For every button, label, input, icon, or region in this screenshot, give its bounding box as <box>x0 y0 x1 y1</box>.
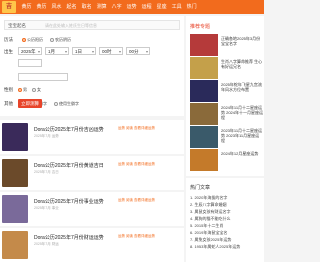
radio-dot <box>22 38 26 42</box>
recommend-thumbnail[interactable] <box>190 103 218 125</box>
radio-label: 使用生僻字 <box>59 101 79 106</box>
site-logo[interactable]: 吉 <box>2 1 16 13</box>
extra-label: 其他 <box>4 101 13 106</box>
hot-articles-panel: 热门文章 1. 2020年海拔的名字 2. 生辰八字算命婚姻 3. 属鼠女孩有财… <box>186 178 264 262</box>
article-thumbnail[interactable] <box>2 195 28 223</box>
search-bar[interactable]: 宝宝起名 请在此处输入姓氏生日等信息 <box>4 20 180 30</box>
calendar-label: 历法 <box>4 37 13 42</box>
nav-item[interactable]: 黄历 <box>35 0 48 14</box>
gender-female-radio[interactable]: 女 <box>32 87 41 93</box>
nav-item[interactable]: 星座 <box>155 0 168 14</box>
hot-item[interactable]: 6. 2019年海鼠宝宝名 <box>190 230 240 237</box>
naming-form-panel: 宝宝起名 请在此处输入姓氏生日等信息 历法 公历阳历 农历阴历 出生 2025年… <box>0 16 184 116</box>
hot-heading: 热门文章 <box>190 185 211 191</box>
recommend-item[interactable]: 正确各地2025年3月份宝宝名字 <box>190 34 262 58</box>
recommend-item[interactable]: 2025年蛇年飞星九宫流年风水方位布置 <box>190 80 262 104</box>
list-item[interactable]: Dora公历2025年7月份吉凶运势 2025年7月 运势 运势 阅读 查看详细… <box>0 120 184 154</box>
name-input[interactable] <box>18 73 68 81</box>
calendar-lunar-radio[interactable]: 农历阴历 <box>50 37 71 43</box>
hot-list: 1. 2020年海拔的名字 2. 生辰八字算命婚姻 3. 属鼠女孩有财运名字 4… <box>190 195 240 251</box>
recommend-thumbnail[interactable] <box>190 126 218 148</box>
main-nav: 黄历 黄历 风水 起名 取名 测算 八字 运势 运程 星座 工具 热门 <box>20 0 198 14</box>
search-placeholder: 请在此处输入姓氏生日等信息 <box>45 23 97 28</box>
radio-label: 农历阴历 <box>55 37 71 42</box>
recommend-item[interactable]: 生肖八字算命推荐 生心有好运兄名 <box>190 57 262 81</box>
year-select[interactable]: 2025年 <box>18 47 42 55</box>
recommend-thumbnail[interactable] <box>190 149 218 171</box>
hot-item[interactable]: 4. 属狗的猫不能吃什么 <box>190 216 240 223</box>
radio-dot <box>18 88 22 92</box>
article-links[interactable]: 运势 阅读 查看详细运势 <box>118 198 155 203</box>
article-meta: 2025年7月 吉日 <box>34 170 59 174</box>
gender-label: 性别 <box>4 87 13 92</box>
nav-item[interactable]: 取名 <box>80 0 93 14</box>
surname-input[interactable] <box>18 59 42 67</box>
recommend-text[interactable]: 正确各地2025年3月份宝宝名字 <box>221 36 263 46</box>
nav-item[interactable]: 测算 <box>95 0 108 14</box>
article-links[interactable]: 运势 阅读 查看详细运势 <box>118 234 155 239</box>
recommend-item[interactable]: 2024年12月星座运势 <box>190 149 262 173</box>
nav-item[interactable]: 黄历 <box>20 0 33 14</box>
nav-item[interactable]: 工具 <box>170 0 183 14</box>
list-item[interactable]: Dora公历2025年7月份黄道吉日 2025年7月 吉日 运势 阅读 查看详细… <box>0 156 184 190</box>
calendar-solar-radio[interactable]: 公历阳历 <box>22 37 43 43</box>
article-thumbnail[interactable] <box>2 123 28 151</box>
hot-item[interactable]: 7. 属兔女孩2025年运势 <box>190 237 240 244</box>
recommend-thumbnail[interactable] <box>190 57 218 79</box>
rare-char-on-radio[interactable]: 使用生僻字 <box>54 101 79 107</box>
article-links[interactable]: 运势 阅读 查看详细运势 <box>118 162 155 167</box>
article-list: Dora公历2025年7月份吉凶运势 2025年7月 运势 运势 阅读 查看详细… <box>0 118 184 262</box>
hot-item[interactable]: 5. 2015年十二生肖 <box>190 223 240 230</box>
hot-item[interactable]: 3. 属鼠女孩有财运名字 <box>190 209 240 216</box>
article-title[interactable]: Dora公历2025年7月份黄道吉日 <box>34 162 104 169</box>
article-title[interactable]: Dora公历2025年7月份事业运势 <box>34 198 104 205</box>
nav-item[interactable]: 风水 <box>50 0 63 14</box>
recommend-text[interactable]: 2024年11月十二星座运势 2024年十一月星座运程 <box>221 105 263 120</box>
nav-item[interactable]: 运势 <box>125 0 138 14</box>
nav-item[interactable]: 八字 <box>110 0 123 14</box>
article-title[interactable]: Dora公历2025年7月份财运运势 <box>34 234 104 241</box>
article-thumbnail[interactable] <box>2 159 28 187</box>
list-item[interactable]: Dora公历2025年7月份事业运势 2025年7月 事业 运势 阅读 查看详细… <box>0 192 184 226</box>
article-title[interactable]: Dora公历2025年7月份吉凶运势 <box>34 126 104 133</box>
list-item[interactable]: Dora公历2025年7月份财运运势 2025年7月 财运 运势 阅读 查看详细… <box>0 228 184 262</box>
recommend-thumbnail[interactable] <box>190 80 218 102</box>
nav-item[interactable]: 热门 <box>185 0 198 14</box>
recommend-panel: 推荐专题 正确各地2025年3月份宝宝名字 生肖八字算命推荐 生心有好运兄名 2… <box>186 16 264 176</box>
nav-item[interactable]: 起名 <box>65 0 78 14</box>
recommend-thumbnail[interactable] <box>190 34 218 56</box>
recommend-text[interactable]: 2025年蛇年飞星九宫流年风水方位布置 <box>221 82 263 92</box>
day-select[interactable]: 1日 <box>72 47 96 55</box>
article-meta: 2025年7月 财运 <box>34 242 59 246</box>
birth-label: 出生 <box>4 49 13 54</box>
radio-label: 女 <box>37 87 41 92</box>
hot-item[interactable]: 8. 1953年属蛇人2025年运势 <box>190 244 240 251</box>
recommend-text[interactable]: 生肖八字算命推荐 生心有好运兄名 <box>221 59 263 69</box>
hot-item[interactable]: 1. 2020年海拔的名字 <box>190 195 240 202</box>
hour-select[interactable]: 00时 <box>99 47 123 55</box>
recommend-text[interactable]: 2023年11月十二星座运势 2023年11月星座运程 <box>221 128 263 143</box>
radio-label: 公历阳历 <box>27 37 43 42</box>
minute-select[interactable]: 00分 <box>126 47 150 55</box>
search-category[interactable]: 宝宝起名 <box>8 23 26 29</box>
submit-button[interactable]: 立即测算 <box>18 99 42 108</box>
hot-item[interactable]: 2. 生辰八字算命婚姻 <box>190 202 240 209</box>
recommend-item[interactable]: 2023年11月十二星座运势 2023年11月星座运程 <box>190 126 262 150</box>
recommend-item[interactable]: 2024年11月十二星座运势 2024年十一月星座运程 <box>190 103 263 127</box>
gender-male-radio[interactable]: 男 <box>18 87 27 93</box>
recommend-text[interactable]: 2024年12月星座运势 <box>221 151 263 156</box>
article-meta: 2025年7月 运势 <box>34 134 59 138</box>
recommend-heading: 推荐专题 <box>190 24 211 30</box>
article-thumbnail[interactable] <box>2 231 28 259</box>
article-links[interactable]: 运势 阅读 查看详细运势 <box>118 126 155 131</box>
month-select[interactable]: 1月 <box>45 47 69 55</box>
article-meta: 2025年7月 事业 <box>34 206 59 210</box>
radio-dot <box>50 38 54 42</box>
radio-dot <box>54 102 58 106</box>
nav-item[interactable]: 运程 <box>140 0 153 14</box>
radio-label: 男 <box>23 87 27 92</box>
top-nav-bar: 吉 黄历 黄历 风水 起名 取名 测算 八字 运势 运程 星座 工具 热门 <box>0 0 264 14</box>
radio-dot <box>32 88 36 92</box>
